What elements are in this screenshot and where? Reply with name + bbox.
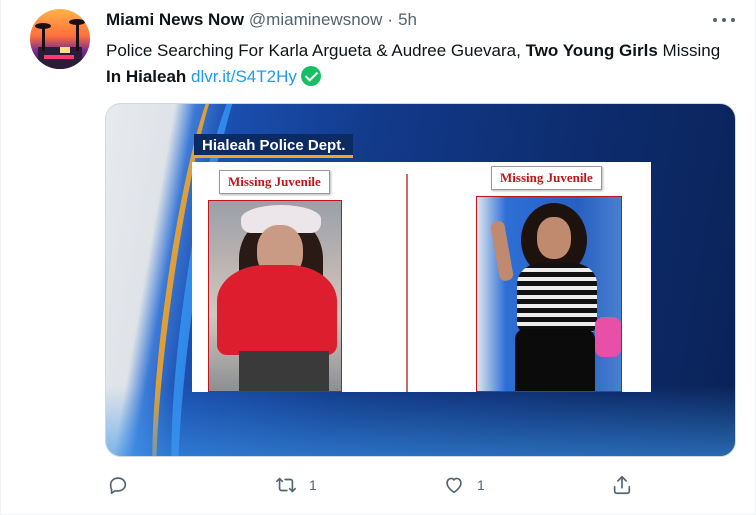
tweet-text-bold: In Hialeah: [106, 67, 187, 86]
dept-label: Hialeah Police Dept.: [194, 134, 354, 158]
missing-juvenile-caption: Missing Juvenile: [491, 166, 602, 190]
tweet-text: Police Searching For Karla Argueta & Aud…: [106, 38, 726, 90]
header-separator: ·: [387, 10, 394, 29]
photo-legs: [239, 351, 329, 391]
reply-icon: [109, 477, 127, 495]
photo-shirt: [517, 263, 597, 333]
more-dot: [731, 18, 735, 22]
avatar-palm-frond: [69, 19, 85, 25]
background-glow: [106, 386, 735, 456]
flyer-divider: [406, 174, 408, 392]
avatar-palm-trunk: [76, 21, 79, 51]
avatar-window-light: [60, 47, 70, 53]
missing-girl-photo: [208, 200, 342, 392]
tweet-media-image[interactable]: Hialeah Police Dept. Missing Juvenile Mi…: [105, 103, 736, 457]
avatar-neon-sign: [44, 55, 74, 59]
share-icon: [613, 475, 631, 495]
retweet-count: 1: [309, 477, 317, 493]
missing-girl-photo: [476, 196, 622, 392]
more-dot: [713, 18, 717, 22]
missing-juvenile-caption: Missing Juvenile: [219, 170, 330, 194]
like-count: 1: [477, 477, 485, 493]
retweet-icon: [276, 477, 296, 493]
missing-flyer: Missing Juvenile Missing Juvenile: [192, 162, 651, 392]
tweet-timestamp[interactable]: 5h: [398, 10, 417, 30]
verified-check-icon: [300, 66, 321, 86]
tweet-header: Miami News Now @miaminewsnow · 5h: [106, 10, 417, 30]
more-dot: [722, 18, 726, 22]
photo-arm: [489, 220, 515, 282]
heart-icon: [446, 477, 462, 494]
retweet-button[interactable]: 1: [275, 470, 317, 500]
like-button[interactable]: 1: [443, 470, 485, 500]
reply-button[interactable]: [107, 470, 141, 500]
avatar-palm-frond: [35, 23, 51, 29]
photo-pants: [515, 329, 595, 391]
photo-pink-object: [595, 317, 621, 357]
tweet-text-part: Police Searching For Karla Argueta & Aud…: [106, 41, 526, 60]
tweet-text-part: Missing: [657, 41, 721, 60]
tweet[interactable]: Miami News Now @miaminewsnow · 5h Police…: [0, 0, 756, 515]
author-name[interactable]: Miami News Now: [106, 10, 244, 30]
more-options-icon[interactable]: [713, 10, 735, 30]
tweet-actions: 1 1: [105, 470, 745, 500]
avatar[interactable]: [30, 9, 90, 69]
share-button[interactable]: [611, 470, 645, 500]
author-handle[interactable]: @miaminewsnow: [249, 10, 382, 30]
photo-shirt: [217, 265, 337, 355]
tweet-link[interactable]: dlvr.it/S4T2Hy: [191, 67, 297, 86]
tweet-text-bold: Two Young Girls: [525, 41, 658, 60]
photo-face: [537, 217, 571, 259]
